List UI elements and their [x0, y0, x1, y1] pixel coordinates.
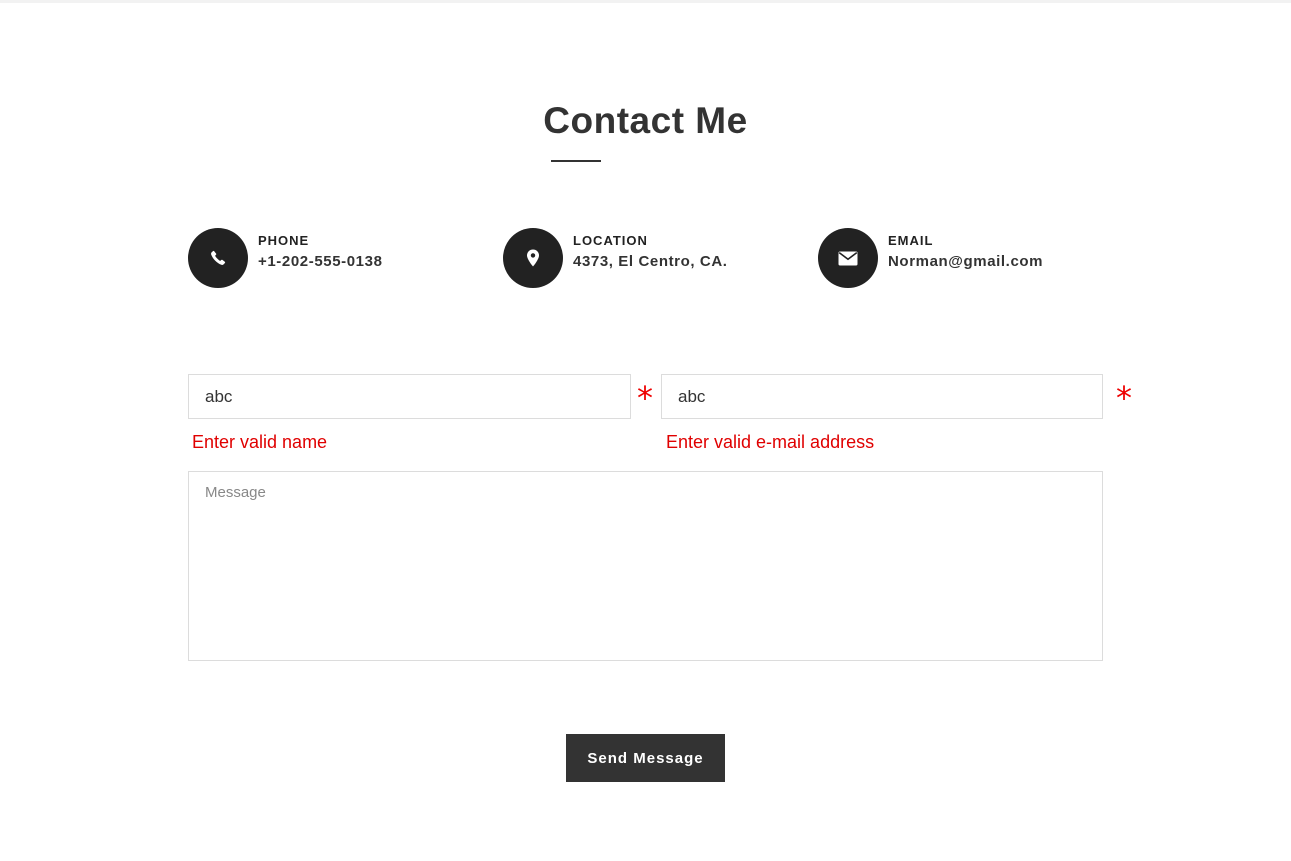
name-input[interactable]: [188, 374, 631, 419]
email-icon-circle: [818, 228, 878, 288]
contact-location: LOCATION 4373, El Centro, CA.: [503, 228, 728, 288]
email-value: Norman@gmail.com: [888, 252, 1044, 270]
title-underline: [551, 160, 601, 162]
location-value: 4373, El Centro, CA.: [573, 252, 728, 270]
send-message-button[interactable]: Send Message: [566, 734, 725, 782]
location-pin-icon: [527, 249, 539, 267]
name-required-mark: *: [637, 379, 653, 417]
email-label: EMAIL: [888, 232, 934, 248]
contact-phone: PHONE +1-202-555-0138: [188, 228, 383, 288]
email-required-mark: *: [1116, 379, 1132, 417]
message-textarea[interactable]: [188, 471, 1103, 661]
phone-label: PHONE: [258, 232, 310, 248]
top-divider: [0, 0, 1291, 3]
phone-icon: [211, 250, 226, 265]
name-error-message: Enter valid name: [192, 432, 328, 452]
phone-value: +1-202-555-0138: [258, 252, 383, 270]
contact-email: EMAIL Norman@gmail.com: [818, 228, 1043, 288]
phone-icon-circle: [188, 228, 248, 288]
envelope-icon: [838, 251, 858, 265]
email-input[interactable]: [661, 374, 1103, 419]
page-title: Contact Me: [543, 100, 748, 141]
email-error-message: Enter valid e-mail address: [666, 432, 875, 452]
location-label: LOCATION: [573, 232, 648, 248]
location-icon-circle: [503, 228, 563, 288]
